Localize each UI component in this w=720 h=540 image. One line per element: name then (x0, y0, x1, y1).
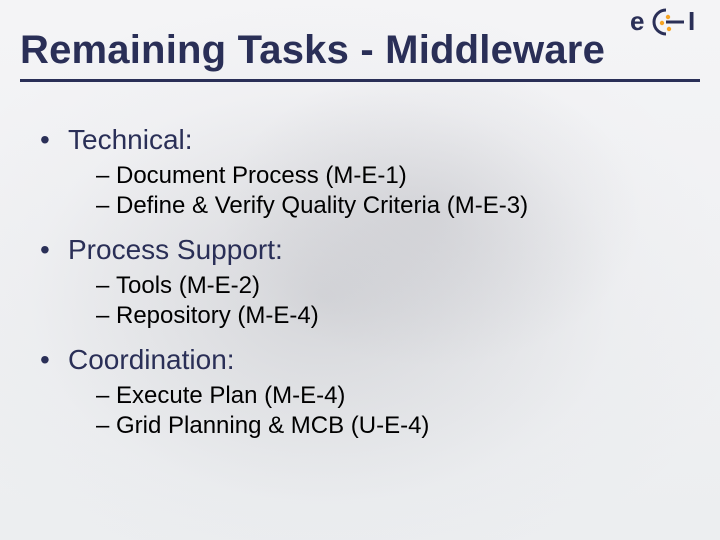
item-text: Grid Planning & MCB (U-E-4) (116, 412, 429, 439)
item-text: Document Process (M-E-1) (116, 162, 407, 189)
bullet-icon: • (40, 234, 68, 266)
section-heading: •Technical: (40, 124, 690, 156)
bullet-icon: • (40, 344, 68, 376)
item-text: Repository (M-E-4) (116, 302, 319, 329)
heading-text: Process Support: (68, 234, 283, 265)
section-heading: •Coordination: (40, 344, 690, 376)
item-text: Tools (M-E-2) (116, 272, 260, 299)
heading-text: Coordination: (68, 344, 235, 375)
bullet-icon: • (40, 124, 68, 156)
dash-icon: – (96, 192, 116, 220)
item-text: Define & Verify Quality Criteria (M-E-3) (116, 192, 528, 219)
dash-icon: – (96, 302, 116, 330)
dash-icon: – (96, 382, 116, 410)
list-item: –Define & Verify Quality Criteria (M-E-3… (96, 192, 690, 220)
list-item: –Grid Planning & MCB (U-E-4) (96, 412, 690, 440)
dash-icon: – (96, 162, 116, 190)
section-heading: •Process Support: (40, 234, 690, 266)
item-text: Execute Plan (M-E-4) (116, 382, 345, 409)
slide-body: •Technical: –Document Process (M-E-1) –D… (40, 110, 690, 442)
heading-text: Technical: (68, 124, 193, 155)
list-item: –Execute Plan (M-E-4) (96, 382, 690, 410)
dash-icon: – (96, 272, 116, 300)
list-item: –Tools (M-E-2) (96, 272, 690, 300)
slide-title: Remaining Tasks - Middleware (20, 28, 700, 82)
list-item: –Document Process (M-E-1) (96, 162, 690, 190)
dash-icon: – (96, 412, 116, 440)
list-item: –Repository (M-E-4) (96, 302, 690, 330)
slide: e I Remaining Tasks - Middleware •Techni… (0, 0, 720, 540)
